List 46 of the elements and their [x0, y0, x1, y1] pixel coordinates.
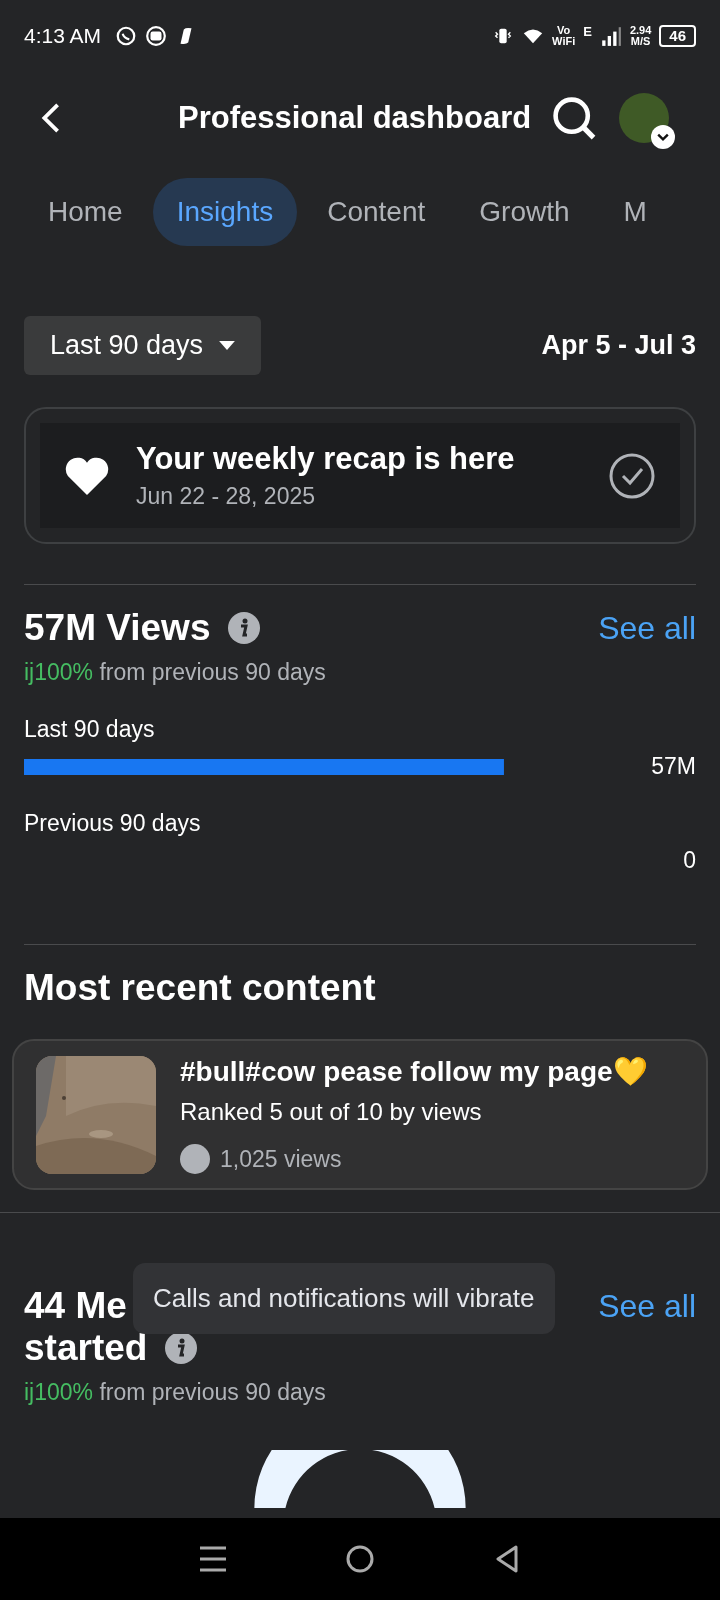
bar-value: 0 — [683, 847, 696, 874]
bar-label: Previous 90 days — [24, 810, 202, 837]
tab[interactable]: Growth — [455, 178, 594, 246]
page-title: Professional dashboard — [178, 100, 532, 136]
battery-indicator: 46 — [659, 25, 696, 47]
info-icon[interactable] — [228, 612, 261, 644]
signal-icon — [599, 25, 622, 47]
see-all-link[interactable]: See all — [598, 609, 696, 647]
chat-icon — [115, 25, 138, 47]
see-all-link[interactable]: See all — [598, 1287, 696, 1325]
network-label: WiFi — [552, 36, 576, 47]
change-text: from previous 90 days — [99, 1379, 326, 1405]
views-title: 57M Views — [24, 607, 211, 649]
search-icon[interactable] — [551, 95, 598, 141]
status-time: 4:13 AM — [24, 24, 102, 48]
post-rank: Ranked 5 out of 10 by views — [180, 1098, 483, 1126]
recap-dates: Jun 22 - 28, 2025 — [136, 483, 317, 510]
speed-label: M/S — [630, 36, 651, 47]
tab[interactable]: Home — [24, 178, 147, 246]
views-dot-icon — [180, 1144, 210, 1174]
change-percent: ij100% — [24, 1379, 94, 1405]
tab[interactable]: Insights — [152, 178, 298, 246]
toast-message: Calls and notifications will vibrate — [133, 1263, 555, 1334]
home-icon[interactable] — [345, 1544, 375, 1574]
change-text: from previous 90 days — [99, 659, 326, 685]
info-icon[interactable] — [165, 1332, 198, 1364]
tab[interactable]: M — [599, 178, 671, 246]
chevron-icon[interactable] — [651, 125, 676, 149]
post-caption: #bull#cow pease follow my page💛 — [180, 1055, 648, 1088]
date-range: Apr 5 - Jul 3 — [541, 330, 696, 361]
signal-type: E — [583, 23, 592, 39]
date-range-dropdown[interactable]: Last 90 days — [24, 316, 262, 375]
messaging-title: 44 Me — [24, 1285, 127, 1327]
bar-value: 57M — [651, 753, 696, 780]
tab[interactable]: Content — [303, 178, 450, 246]
network-label: Vo — [557, 25, 571, 36]
recap-title: Your weekly recap is here — [136, 441, 516, 477]
bar-label: Last 90 days — [24, 716, 156, 743]
speed-label: 2.94 — [629, 25, 652, 36]
caret-icon — [219, 341, 236, 350]
post-views: 1,025 views — [220, 1145, 342, 1173]
menu-icon[interactable] — [198, 1544, 229, 1574]
change-percent: ij100% — [24, 659, 94, 685]
content-card[interactable]: #bull#cow pease follow my page💛 Ranked 5 out of 10 by views 1,025 views — [12, 1039, 708, 1190]
weekly-recap-card[interactable]: Your weekly recap is here Jun 22 - 28, 2025 — [40, 423, 680, 528]
section-title: Most recent content — [24, 967, 377, 1009]
